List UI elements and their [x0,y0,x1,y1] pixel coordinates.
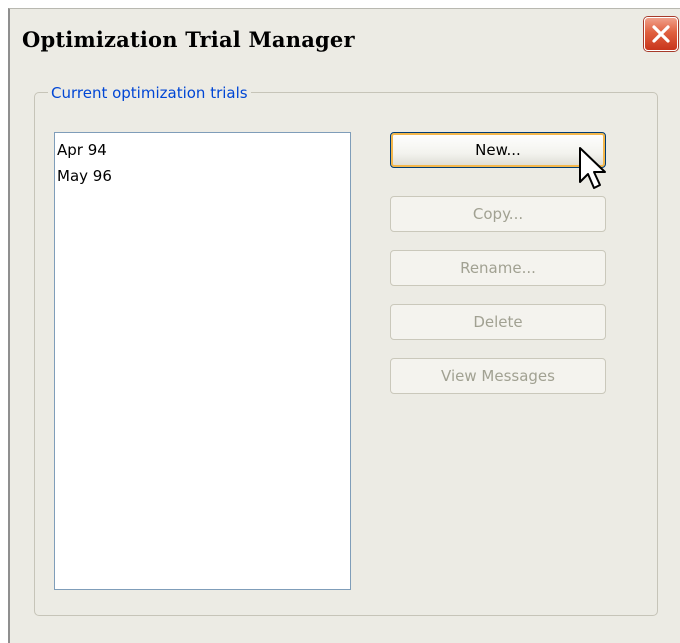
delete-button[interactable]: Delete [390,304,606,340]
new-button[interactable]: New... [390,132,606,168]
close-button[interactable] [644,17,678,51]
groupbox-label: Current optimization trials [48,84,251,102]
close-icon [652,25,670,43]
title-bar[interactable]: Optimization Trial Manager [10,9,680,77]
view-messages-button[interactable]: View Messages [390,358,606,394]
rename-button[interactable]: Rename... [390,250,606,286]
list-item[interactable]: May 96 [57,163,350,189]
trials-listbox[interactable]: Apr 94 May 96 [54,132,351,590]
list-item[interactable]: Apr 94 [57,137,350,163]
window-title: Optimization Trial Manager [22,27,355,52]
copy-button[interactable]: Copy... [390,196,606,232]
mouse-pointer-icon [579,147,606,189]
